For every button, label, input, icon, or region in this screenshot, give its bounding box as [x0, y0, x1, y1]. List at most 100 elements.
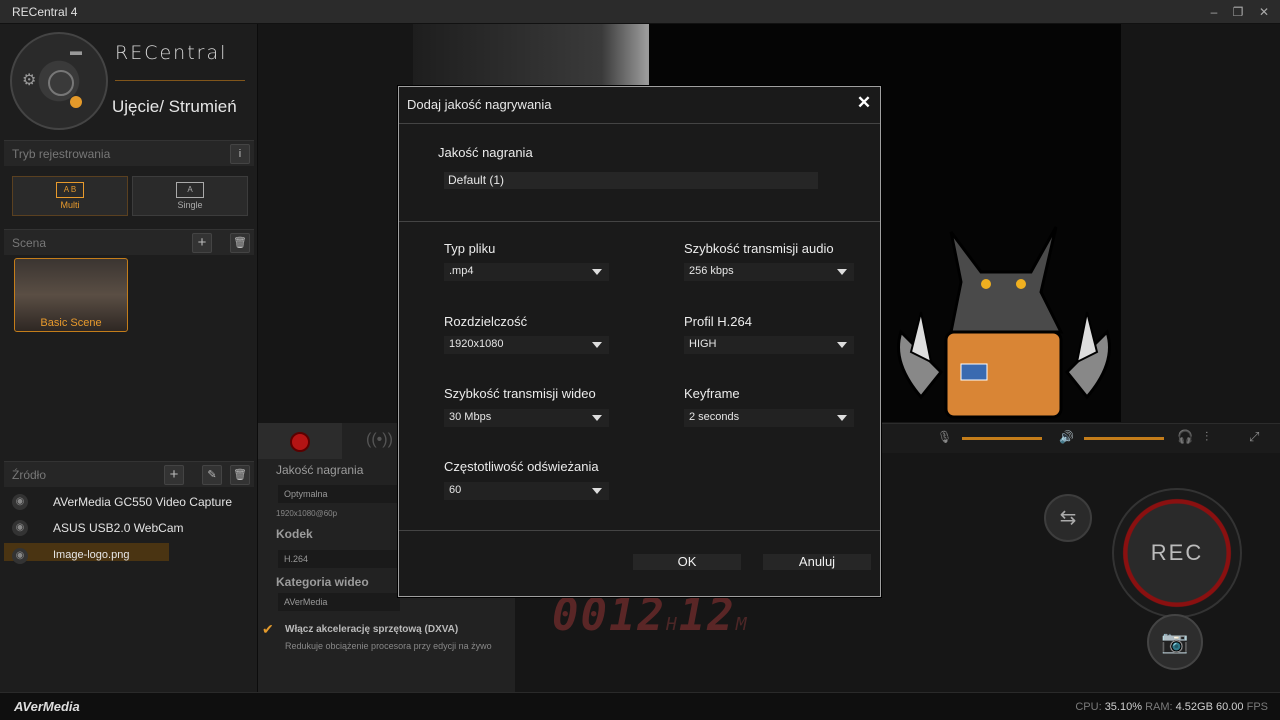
cpu-label: CPU:: [1075, 701, 1102, 713]
video-bitrate-value: 30 Mbps: [449, 411, 492, 423]
quality-label: Jakość nagrania: [276, 463, 364, 477]
single-mode-icon: A: [176, 182, 204, 198]
file-type-value: .mp4: [449, 265, 474, 277]
timer-minutes-unit: M: [735, 614, 749, 635]
keyframe-label: Keyframe: [684, 386, 740, 401]
ram-label: RAM:: [1145, 701, 1173, 713]
source-item-selected[interactable]: ◉ Image-logo.png: [4, 543, 169, 564]
single-mode-button[interactable]: A Single: [132, 176, 248, 216]
source-item[interactable]: ◉ AVerMedia GC550 Video Capture: [4, 489, 244, 515]
multi-mode-icon: A B: [56, 182, 84, 198]
video-bitrate-select[interactable]: 30 Mbps: [444, 409, 609, 427]
single-mode-label: Single: [177, 200, 203, 210]
eye-icon[interactable]: ◉: [12, 520, 28, 536]
info-icon[interactable]: i: [230, 144, 250, 164]
frame-rate-value: 60: [449, 484, 462, 496]
audio-bitrate-select[interactable]: 256 kbps: [684, 263, 854, 281]
webcam-feed[interactable]: [413, 24, 649, 86]
codec-label: Kodek: [276, 527, 313, 541]
stream-tab-icon[interactable]: ((•)): [366, 431, 393, 449]
video-category-label: Kategoria wideo: [276, 575, 369, 589]
multi-mode-label: Multi: [60, 200, 80, 210]
minimize-button[interactable]: –: [1206, 4, 1222, 20]
scene-thumbnail[interactable]: Basic Scene: [14, 258, 128, 332]
delete-scene-button[interactable]: 🗑: [230, 233, 250, 253]
record-tab[interactable]: [258, 423, 342, 459]
h264-profile-label: Profil H.264: [684, 314, 752, 329]
quality-name-input[interactable]: Default (1): [444, 172, 818, 189]
source-label: AVerMedia GC550 Video Capture: [53, 495, 232, 509]
camera-snapshot-icon[interactable]: 📷: [1147, 614, 1203, 670]
remaining-time-display: 0012H12M: [552, 590, 749, 641]
hw-accel-label[interactable]: Włącz akcelerację sprzętową (DXVA): [285, 624, 458, 635]
close-icon[interactable]: ✕: [854, 93, 874, 113]
dial-center-icon: [48, 70, 74, 96]
brand-logo: RECentral: [115, 42, 228, 64]
frame-rate-select[interactable]: 60: [444, 482, 609, 500]
close-window-button[interactable]: ✕: [1256, 4, 1272, 20]
source-header: Źródło + ✎ 🗑: [4, 461, 254, 487]
quality-resolution-text: 1920x1080@60p: [276, 509, 338, 518]
add-recording-quality-dialog: Dodaj jakość nagrywania ✕ Jakość nagrani…: [398, 86, 881, 597]
scene-header: Scena + 🗑: [4, 229, 254, 255]
audio-bitrate-label: Szybkość transmisji audio: [684, 241, 834, 256]
source-label: ASUS USB2.0 WebCam: [53, 521, 184, 535]
source-item[interactable]: ◉ ASUS USB2.0 WebCam: [4, 515, 244, 541]
gear-icon[interactable]: ⚙: [22, 70, 36, 90]
chevron-down-icon: [592, 488, 602, 494]
checkmark-icon[interactable]: ✔: [262, 621, 274, 638]
source-title: Źródło: [12, 468, 47, 482]
fps-value: 60.00: [1216, 701, 1244, 713]
scene-title: Scena: [12, 236, 47, 250]
ram-value: 4.52GB: [1175, 701, 1213, 713]
ok-button[interactable]: OK: [633, 554, 741, 570]
chevron-down-icon: [837, 342, 847, 348]
resolution-select[interactable]: 1920x1080: [444, 336, 609, 354]
current-mode-label: Ujęcie/ Strumień: [112, 97, 237, 116]
codec-select[interactable]: H.264: [278, 550, 400, 568]
edit-source-button[interactable]: ✎: [202, 465, 222, 485]
eye-icon[interactable]: ◉: [12, 494, 28, 510]
folder-icon[interactable]: ▬: [70, 44, 82, 58]
quality-select[interactable]: Optymalna: [278, 485, 400, 503]
resolution-label: Rozdzielczość: [444, 314, 528, 329]
rec-button[interactable]: REC: [1112, 488, 1242, 618]
chevron-down-icon: [837, 415, 847, 421]
fullscreen-icon[interactable]: ⤢: [1249, 429, 1259, 445]
avermedia-logo: AVerMedia: [14, 699, 80, 714]
video-category-select[interactable]: AVerMedia: [278, 593, 400, 611]
speaker-icon[interactable]: 🔊: [1059, 430, 1074, 444]
add-scene-button[interactable]: +: [192, 233, 212, 253]
file-type-select[interactable]: .mp4: [444, 263, 609, 281]
dialog-divider: [399, 221, 880, 222]
dialog-divider: [399, 123, 880, 124]
chevron-down-icon: [592, 269, 602, 275]
microphone-icon[interactable]: 🎙: [937, 430, 952, 444]
swap-icon[interactable]: ⇆: [1044, 494, 1092, 542]
restore-button[interactable]: ❐: [1230, 4, 1246, 20]
file-type-label: Typ pliku: [444, 241, 496, 256]
keyframe-select[interactable]: 2 seconds: [684, 409, 854, 427]
headphones-icon[interactable]: 🎧: [1177, 429, 1193, 445]
mixer-icon[interactable]: ⫶: [1205, 429, 1208, 445]
dialog-title: Dodaj jakość nagrywania: [407, 97, 552, 112]
window-title: RECentral 4: [12, 5, 78, 19]
scene-label: Basic Scene: [40, 317, 102, 329]
add-source-button[interactable]: +: [164, 465, 184, 485]
microphone-volume-slider[interactable]: [962, 437, 1042, 440]
cancel-button[interactable]: Anuluj: [763, 554, 871, 570]
multi-mode-button[interactable]: A B Multi: [12, 176, 128, 216]
rec-button-label: REC: [1150, 540, 1204, 565]
delete-source-button[interactable]: 🗑: [230, 465, 250, 485]
resolution-value: 1920x1080: [449, 338, 504, 350]
fps-label: FPS: [1246, 701, 1268, 713]
wolf-mascot-logo[interactable]: [891, 222, 1117, 422]
system-stats: CPU: 35.10% RAM: 4.52GB 60.00 FPS: [1075, 701, 1268, 713]
eye-icon[interactable]: ◉: [12, 548, 28, 564]
title-bar: RECentral 4 – ❐ ✕: [0, 0, 1280, 24]
h264-profile-select[interactable]: HIGH: [684, 336, 854, 354]
mode-dial[interactable]: ⚙ ▬: [10, 32, 108, 130]
h264-profile-value: HIGH: [689, 338, 717, 350]
stream-mode-indicator-icon[interactable]: [70, 96, 82, 108]
speaker-volume-slider[interactable]: [1084, 437, 1164, 440]
